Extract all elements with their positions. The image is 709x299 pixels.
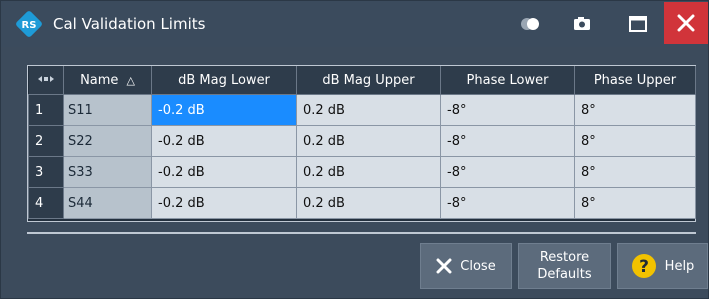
header-dbmag-upper[interactable]: dB Mag Upper <box>296 66 441 95</box>
cell-phase-lower[interactable]: -8° <box>440 94 575 126</box>
cell-dbmag-upper[interactable]: 0.2 dB <box>296 125 441 157</box>
cell-phase-upper[interactable]: 8° <box>574 94 696 126</box>
cal-validation-limits-dialog: RS Cal Validation Limits Name △ dB Mag L… <box>0 0 709 299</box>
header-name[interactable]: Name △ <box>63 66 152 95</box>
divider <box>27 232 696 234</box>
header-dbmag-lower[interactable]: dB Mag Lower <box>151 66 297 95</box>
cell-name: S44 <box>63 187 152 219</box>
header-name-label: Name <box>80 72 119 88</box>
close-button[interactable]: Close <box>420 243 512 289</box>
cell-dbmag-lower[interactable]: -0.2 dB <box>151 156 297 188</box>
cell-phase-upper[interactable]: 8° <box>574 187 696 219</box>
cell-name: S22 <box>63 125 152 157</box>
close-icon <box>677 14 695 32</box>
header-phase-lower[interactable]: Phase Lower <box>440 66 575 95</box>
camera-icon[interactable] <box>569 11 595 37</box>
cell-phase-upper[interactable]: 8° <box>574 125 696 157</box>
help-button-label: Help <box>664 258 695 274</box>
restore-label-line1: Restore <box>539 250 590 265</box>
title-bar[interactable]: RS Cal Validation Limits <box>1 1 708 47</box>
cell-phase-lower[interactable]: -8° <box>440 125 575 157</box>
toggle-icon[interactable] <box>517 11 543 37</box>
svg-text:?: ? <box>639 257 649 277</box>
cell-phase-upper[interactable]: 8° <box>574 156 696 188</box>
cell-dbmag-lower[interactable]: -0.2 dB <box>151 94 297 126</box>
table-row[interactable]: 1 S11 -0.2 dB 0.2 dB -8° 8° <box>28 94 696 126</box>
cell-dbmag-upper[interactable]: 0.2 dB <box>296 94 441 126</box>
help-button[interactable]: ? Help <box>617 243 708 289</box>
cell-dbmag-upper[interactable]: 0.2 dB <box>296 187 441 219</box>
table-row[interactable]: 4 S44 -0.2 dB 0.2 dB -8° 8° <box>28 187 696 219</box>
row-number[interactable]: 2 <box>28 125 64 157</box>
row-number[interactable]: 4 <box>28 187 64 219</box>
limits-table: Name △ dB Mag Lower dB Mag Upper Phase Lo… <box>27 65 696 222</box>
column-resize-icon[interactable] <box>28 66 64 95</box>
row-number[interactable]: 1 <box>28 94 64 126</box>
sort-ascending-icon: △ <box>126 73 135 87</box>
cell-name: S11 <box>63 94 152 126</box>
rohde-schwarz-logo-icon: RS <box>16 11 42 37</box>
restore-label-line2: Defaults <box>537 267 592 282</box>
x-icon <box>436 258 452 274</box>
table-row[interactable]: 3 S33 -0.2 dB 0.2 dB -8° 8° <box>28 156 696 188</box>
header-phase-upper[interactable]: Phase Upper <box>574 66 696 95</box>
svg-text:RS: RS <box>22 20 37 31</box>
window-close-button[interactable] <box>664 2 708 44</box>
cell-phase-lower[interactable]: -8° <box>440 187 575 219</box>
maximize-icon[interactable] <box>625 11 651 37</box>
table-row[interactable]: 2 S22 -0.2 dB 0.2 dB -8° 8° <box>28 125 696 157</box>
question-icon: ? <box>631 253 657 279</box>
cell-name: S33 <box>63 156 152 188</box>
close-button-label: Close <box>460 258 496 274</box>
restore-defaults-button[interactable]: Restore Defaults <box>518 243 611 289</box>
row-number[interactable]: 3 <box>28 156 64 188</box>
window-title: Cal Validation Limits <box>53 15 206 33</box>
cell-phase-lower[interactable]: -8° <box>440 156 575 188</box>
cell-dbmag-upper[interactable]: 0.2 dB <box>296 156 441 188</box>
cell-dbmag-lower[interactable]: -0.2 dB <box>151 187 297 219</box>
cell-dbmag-lower[interactable]: -0.2 dB <box>151 125 297 157</box>
